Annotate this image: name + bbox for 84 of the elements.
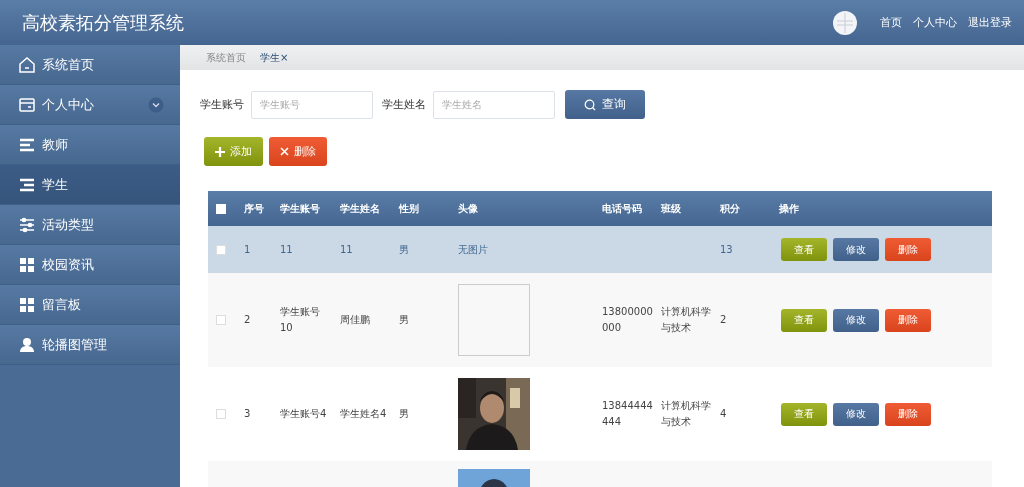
broken-image-icon (458, 284, 530, 356)
delete-button[interactable]: 删除 (885, 402, 931, 426)
table-cell-text: 学生账号4 (280, 407, 328, 421)
row-checkbox[interactable] (216, 409, 226, 419)
table-cell-text: 13 (720, 242, 734, 257)
table-cell-text: 3 (244, 407, 252, 421)
app-title: 高校素拓分管理系统 (22, 10, 185, 35)
table-cell-text: 13800000000 (602, 305, 654, 335)
table-cell-text: 计算机科学与技术 (661, 305, 712, 335)
sidebar-item[interactable]: 个人中心 (0, 85, 180, 125)
home-icon (18, 55, 36, 74)
delete-button[interactable]: 删除 (269, 137, 327, 166)
close-icon (280, 147, 289, 156)
column-header: 头像 (458, 201, 479, 216)
sidebar-label: 系统首页 (42, 55, 95, 74)
column-header: 学生账号 (280, 201, 321, 216)
sidebar-item[interactable]: 学生 (0, 165, 180, 205)
select-all-checkbox[interactable] (216, 203, 226, 214)
sidebar-label: 个人中心 (42, 95, 95, 114)
search-icon (584, 98, 596, 111)
edit-button[interactable]: 修改 (833, 402, 879, 426)
field-label: 学生姓名 (382, 97, 426, 112)
table-cell-text: 11 (280, 242, 294, 257)
delete-button[interactable]: 删除 (885, 238, 931, 261)
grid-icon (18, 295, 36, 314)
sidebar-item[interactable]: 教师 (0, 125, 180, 165)
column-header: 积分 (720, 201, 741, 216)
chevron-icon (148, 96, 164, 113)
view-button[interactable]: 查看 (781, 238, 827, 261)
table-cell-text: 男 (399, 313, 410, 327)
table-cell-text: 男 (399, 407, 410, 421)
sidebar-item[interactable]: 轮播图管理 (0, 325, 180, 365)
search-field[interactable]: 学生姓名 (433, 90, 555, 119)
sidebar-label: 活动类型 (42, 215, 95, 234)
table-cell-text: 男 (399, 242, 410, 257)
column-header: 序号 (244, 201, 265, 216)
row-checkbox[interactable] (216, 315, 226, 325)
sidebar-label: 轮播图管理 (42, 335, 108, 354)
table-cell-text: 13844444444 (602, 399, 654, 429)
table-cell-text: 无图片 (458, 242, 489, 257)
table-row[interactable]: 1 11 11 男 无图片 13 查看 修改 删除 (208, 226, 992, 273)
column-header: 学生姓名 (340, 201, 381, 216)
table-cell-text: 4 (720, 407, 728, 421)
table-cell-text: 学生姓名4 (340, 407, 388, 421)
sidebar-label: 教师 (42, 135, 69, 154)
plus-icon (215, 146, 225, 157)
field-label: 学生账号 (200, 97, 244, 112)
table-cell-text: 周佳鹏 (340, 313, 371, 327)
sliders-icon (18, 215, 36, 234)
search-button[interactable]: 查询 (565, 90, 645, 119)
header-link[interactable]: 个人中心 (913, 15, 957, 30)
view-button[interactable]: 查看 (781, 402, 827, 426)
header-link[interactable]: 首页 (880, 15, 902, 30)
sidebar-label: 校园资讯 (42, 255, 95, 274)
column-header: 电话号码 (602, 201, 643, 216)
user-icon (18, 335, 36, 354)
edit-button[interactable]: 修改 (833, 238, 879, 261)
column-header: 性别 (399, 201, 420, 216)
column-header: 操作 (779, 201, 800, 216)
table-cell-text: 计算机科学与技术 (661, 399, 712, 429)
view-button[interactable]: 查看 (781, 308, 827, 332)
table-cell-text: 2 (720, 313, 728, 327)
table-cell-text: 11 (340, 242, 354, 257)
search-field[interactable]: 学生账号 (251, 90, 373, 119)
card-icon (18, 95, 36, 114)
sidebar-item[interactable]: 系统首页 (0, 45, 180, 85)
column-header: 班级 (661, 201, 682, 216)
sidebar-label: 学生 (42, 175, 69, 194)
sidebar-label: 留言板 (42, 295, 82, 314)
grid-icon (18, 255, 36, 274)
sidebar-item[interactable]: 留言板 (0, 285, 180, 325)
table-cell-text: 2 (244, 313, 252, 327)
delete-button[interactable]: 删除 (885, 308, 931, 332)
header-link[interactable]: 退出登录 (968, 15, 1012, 30)
breadcrumb-tab[interactable]: 学生× (260, 50, 289, 65)
sidebar-item[interactable]: 校园资讯 (0, 245, 180, 285)
sidebar-item[interactable]: 活动类型 (0, 205, 180, 245)
table-cell-text: 1 (244, 242, 252, 257)
avatar-icon[interactable] (833, 10, 857, 35)
edit-button[interactable]: 修改 (833, 308, 879, 332)
breadcrumb-tab[interactable]: 系统首页 (206, 50, 246, 65)
row-checkbox[interactable] (216, 244, 226, 255)
table-cell-text: 学生账号10 (280, 305, 321, 335)
add-button[interactable]: 添加 (204, 137, 263, 166)
